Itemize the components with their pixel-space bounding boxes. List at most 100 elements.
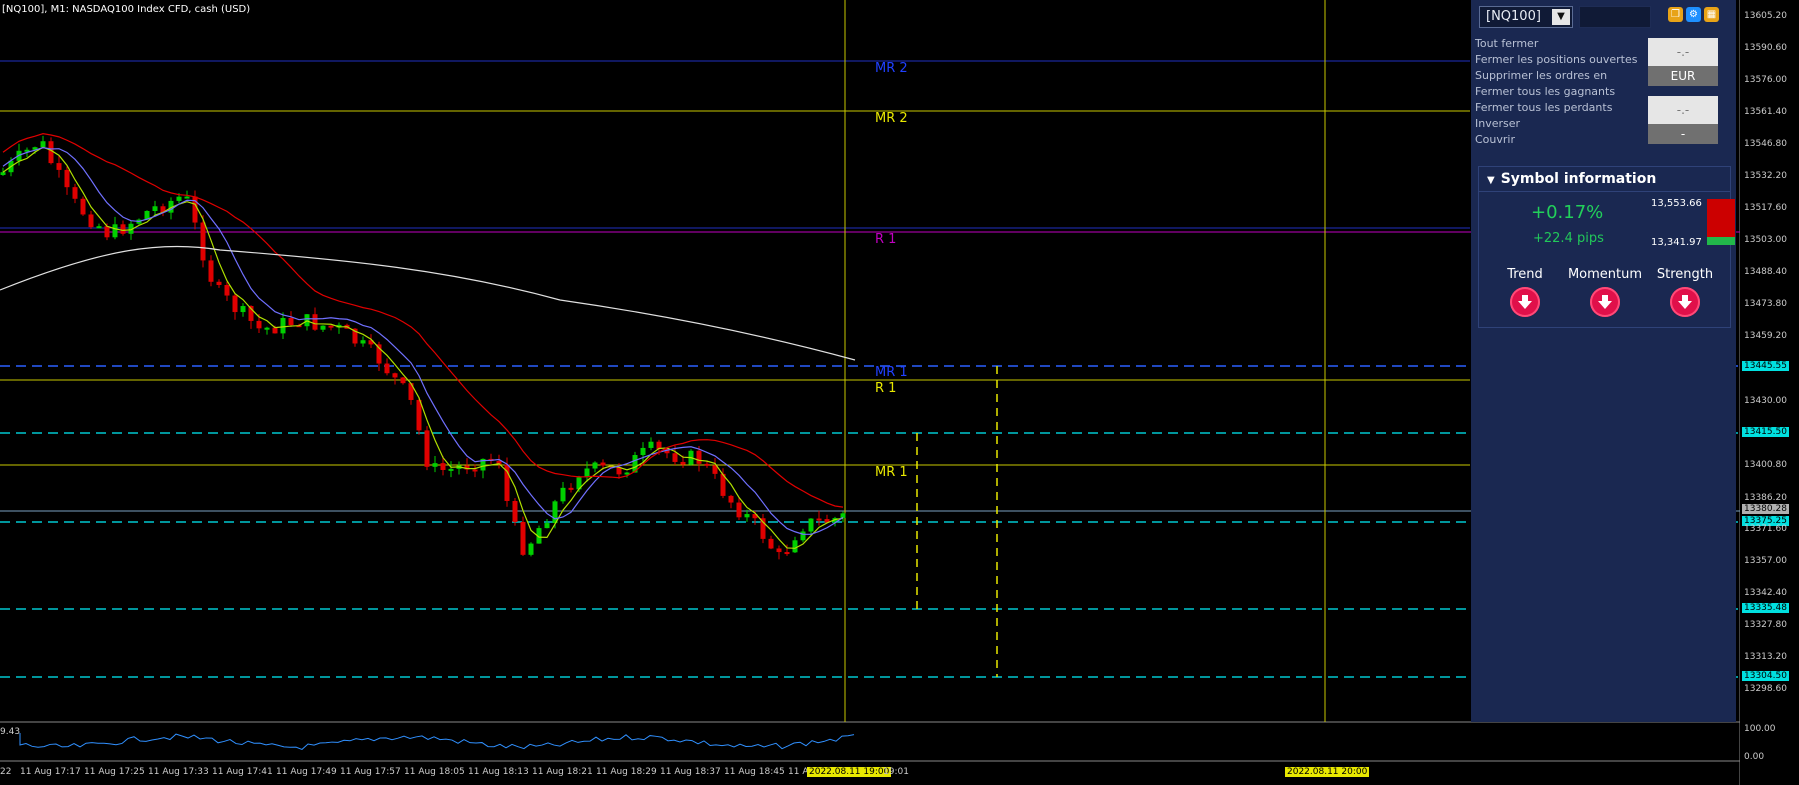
candle-body	[680, 461, 686, 465]
candle-body	[152, 206, 158, 211]
candle-body	[216, 281, 222, 285]
candle-body	[400, 377, 406, 384]
candle-body	[384, 363, 390, 374]
menu-close-winners[interactable]: Fermer tous les gagnants	[1475, 85, 1615, 98]
symbol-select-value: [NQ100]	[1486, 9, 1541, 24]
time-axis-label: 11 Aug 17:41	[212, 767, 273, 777]
candle-body	[64, 169, 70, 188]
chart-area	[0, 0, 1470, 722]
time-axis-label: 11 Aug 17:57	[340, 767, 401, 777]
candle-body	[72, 187, 78, 199]
price-axis-label: 13546.80	[1744, 139, 1787, 149]
time-axis-label: 22	[0, 767, 12, 777]
pips-unit: -	[1648, 124, 1718, 144]
price-axis-label: 13298.60	[1744, 684, 1787, 694]
candle-body	[672, 453, 678, 462]
candle-body	[736, 502, 742, 518]
time-axis-label: 11 Aug 18:21	[532, 767, 593, 777]
level-label-r1-yellow: R 1	[875, 381, 897, 396]
menu-close-losers[interactable]: Fermer tous les perdants	[1475, 101, 1612, 114]
copy-icon[interactable]: ❐	[1668, 7, 1683, 22]
candle-body	[728, 495, 734, 503]
chevron-down-icon[interactable]: ▼	[1552, 9, 1570, 25]
time-axis-label: 11 Aug 18:45	[724, 767, 785, 777]
trend-down-arrow-icon	[1510, 287, 1540, 317]
symbol-info-header[interactable]: ▼ Symbol information	[1479, 167, 1730, 192]
candle-body	[288, 318, 294, 326]
strength-label: Strength	[1656, 267, 1714, 282]
oscillator-line	[19, 733, 855, 751]
momentum-label: Momentum	[1567, 267, 1643, 282]
time-axis-label: 11 Aug 18:13	[468, 767, 529, 777]
candle-body	[512, 500, 518, 522]
level-label-r1-magenta: R 1	[875, 232, 897, 247]
gear-icon[interactable]: ⚙	[1686, 7, 1701, 22]
symbol-info-box: ▼ Symbol information +0.17% +22.4 pips 13…	[1478, 166, 1735, 328]
profit-button[interactable]: -.- EUR	[1648, 38, 1718, 88]
time-axis-label: 19:01	[883, 767, 909, 777]
candle-body	[528, 543, 534, 555]
price-axis-label: 13380.28	[1742, 504, 1789, 514]
time-axis-label: 2022.08.11 20:00	[1285, 767, 1370, 777]
candle-body	[80, 198, 86, 215]
menu-hedge[interactable]: Couvrir	[1475, 133, 1515, 146]
grid-icon[interactable]: ▦	[1704, 7, 1719, 22]
time-axis-label: 11 Aug 18:29	[596, 767, 657, 777]
symbol-info-title: Symbol information	[1500, 171, 1657, 187]
time-axis-label: 11 Aug 17:33	[148, 767, 209, 777]
trade-panel: [NQ100] ▼ ❐ ⚙ ▦ Tout fermer Fermer les p…	[1471, 0, 1736, 722]
price-axis-label: 13327.80	[1744, 620, 1787, 630]
candle-body	[800, 531, 806, 541]
candle-body	[48, 141, 54, 164]
symbol-search-input[interactable]	[1579, 6, 1651, 28]
candle-body	[816, 518, 822, 521]
price-axis-label: 13576.00	[1744, 75, 1787, 85]
time-axis-label: 2022.08.11 19:00	[807, 767, 892, 777]
time-axis-label: 11 Aug 17:17	[20, 767, 81, 777]
change-percent: +0.17%	[1531, 202, 1604, 223]
candle-body	[176, 196, 182, 201]
candle-body	[360, 340, 366, 344]
menu-delete-orders[interactable]: Supprimer les ordres en	[1475, 69, 1607, 82]
price-axis-label: 13357.00	[1744, 556, 1787, 566]
candle-body	[640, 447, 646, 456]
strength-down-arrow-icon	[1670, 287, 1700, 317]
level-label-mr2-yellow: MR 2	[875, 111, 908, 126]
candle-body	[648, 441, 654, 448]
price-axis[interactable]: 13605.20 13590.60 13576.00 13561.40 13546.80…	[1740, 0, 1799, 785]
candle-body	[272, 327, 278, 334]
osc-scale-top: 100.00	[1744, 724, 1776, 734]
time-axis-label: 11 Aug 17:25	[84, 767, 145, 777]
price-axis-label: 13386.20	[1744, 493, 1787, 503]
candle-body	[304, 314, 310, 327]
candle-body	[600, 462, 606, 466]
pips-value: -.-	[1648, 96, 1718, 124]
candle-body	[120, 224, 126, 234]
candle-body	[440, 463, 446, 470]
collapse-triangle-icon[interactable]: ▼	[1487, 169, 1495, 193]
candle-body	[792, 540, 798, 553]
candle-body	[392, 373, 398, 378]
price-axis-label: 13342.40	[1744, 588, 1787, 598]
candle-body	[808, 518, 814, 532]
candle-body	[448, 468, 454, 471]
menu-reverse[interactable]: Inverser	[1475, 117, 1520, 130]
candle-body	[520, 521, 526, 555]
candle-body	[768, 538, 774, 549]
level-label-mr2-blue: MR 2	[875, 61, 908, 76]
menu-close-open-positions[interactable]: Fermer les positions ouvertes	[1475, 53, 1638, 66]
candle-body	[544, 523, 550, 529]
candle-body	[224, 284, 230, 296]
symbol-select[interactable]: [NQ100] ▼	[1479, 6, 1573, 28]
price-axis-label: 13561.40	[1744, 107, 1787, 117]
menu-close-all[interactable]: Tout fermer	[1475, 37, 1538, 50]
candle-body	[416, 399, 422, 431]
price-axis-label: 13430.00	[1744, 396, 1787, 406]
range-bar-red	[1707, 199, 1735, 237]
range-bar-green	[1707, 237, 1735, 245]
price-axis-label: 13335.48	[1742, 603, 1789, 613]
price-axis-label: 13415.50	[1742, 427, 1789, 437]
day-low: 13,341.97	[1651, 237, 1702, 248]
candle-body	[592, 462, 598, 469]
pips-button[interactable]: -.- -	[1648, 96, 1718, 146]
